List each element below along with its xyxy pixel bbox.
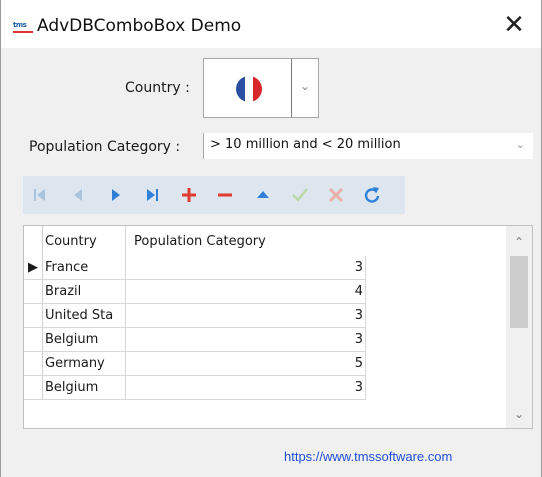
chevron-down-icon[interactable]: ⌄ [516, 138, 525, 151]
delete-button[interactable] [210, 176, 240, 214]
country-combobox[interactable]: ⌄ [203, 58, 319, 118]
cell-population-category[interactable]: 3 [125, 303, 366, 328]
close-button[interactable]: ✕ [499, 10, 529, 40]
row-indicator [24, 351, 43, 376]
population-category-combobox[interactable]: > 10 million and < 20 million ⌄ [203, 133, 533, 159]
table-row[interactable]: Brazil 4 [24, 279, 366, 304]
first-record-icon [34, 189, 45, 201]
row-indicator [24, 279, 43, 304]
cell-population-category[interactable]: 3 [125, 256, 366, 280]
app-window: tms AdvDBComboBox Demo ✕ Country : ⌄ Pop… [0, 0, 542, 477]
row-indicator [24, 375, 43, 400]
grid-header-row: Country Population Category [24, 226, 366, 256]
minus-icon [218, 193, 232, 197]
cell-country[interactable]: Brazil [42, 279, 126, 304]
table-row[interactable]: United Sta 3 [24, 303, 366, 328]
column-header-population-category[interactable]: Population Category [126, 226, 366, 256]
cell-country[interactable]: Germany [42, 351, 126, 376]
insert-button[interactable] [174, 176, 204, 214]
cell-population-category[interactable]: 3 [125, 327, 366, 352]
check-icon [292, 188, 308, 202]
table-row[interactable]: Belgium 3 [24, 327, 366, 352]
scroll-up-icon[interactable]: ⌃ [506, 232, 532, 252]
prior-record-icon [74, 189, 82, 201]
edit-button[interactable] [248, 176, 278, 214]
table-row[interactable]: ▶ France 3 [24, 256, 366, 280]
cancel-icon [328, 187, 344, 203]
table-row[interactable]: Belgium 3 [24, 375, 366, 400]
db-navigator [23, 176, 405, 214]
indicator-header [24, 226, 43, 256]
title-bar[interactable]: tms AdvDBComboBox Demo ✕ [1, 0, 541, 48]
grid-table: Country Population Category ▶ France 3 B… [24, 226, 366, 400]
last-record-icon [147, 189, 158, 201]
next-record-icon [112, 189, 120, 201]
next-record-button[interactable] [101, 176, 131, 214]
cell-country[interactable]: France [42, 256, 126, 280]
combobox-divider [291, 59, 292, 117]
row-indicator [24, 327, 43, 352]
prior-record-button[interactable] [63, 176, 93, 214]
first-record-button[interactable] [25, 176, 55, 214]
refresh-button[interactable] [357, 176, 387, 214]
cell-country[interactable]: United Sta [42, 303, 126, 328]
window-title: AdvDBComboBox Demo [37, 16, 242, 36]
scroll-down-icon[interactable]: ⌄ [506, 404, 532, 424]
population-category-value: > 10 million and < 20 million [210, 137, 401, 152]
france-flag-icon [236, 76, 262, 102]
cell-country[interactable]: Belgium [42, 327, 126, 352]
scroll-thumb[interactable] [510, 256, 528, 328]
column-header-country[interactable]: Country [42, 226, 126, 256]
tms-logo-icon: tms [13, 20, 33, 33]
last-record-button[interactable] [137, 176, 167, 214]
cell-population-category[interactable]: 4 [125, 279, 366, 304]
table-row[interactable]: Germany 5 [24, 351, 366, 376]
chevron-down-icon[interactable]: ⌄ [294, 79, 316, 93]
tms-website-link[interactable]: https://www.tmssoftware.com [284, 449, 452, 464]
country-label: Country : [125, 80, 190, 96]
plus-icon [182, 188, 196, 202]
vertical-scrollbar[interactable]: ⌃ ⌄ [506, 226, 532, 428]
db-grid[interactable]: Country Population Category ▶ France 3 B… [23, 225, 533, 429]
refresh-icon [364, 187, 380, 203]
cancel-button[interactable] [321, 176, 351, 214]
current-row-indicator-icon: ▶ [24, 256, 43, 280]
cell-country[interactable]: Belgium [42, 375, 126, 400]
population-label: Population Category : [29, 139, 181, 155]
cell-population-category[interactable]: 3 [125, 375, 366, 400]
edit-icon [257, 191, 269, 198]
row-indicator [24, 303, 43, 328]
post-button[interactable] [285, 176, 315, 214]
cell-population-category[interactable]: 5 [125, 351, 366, 376]
